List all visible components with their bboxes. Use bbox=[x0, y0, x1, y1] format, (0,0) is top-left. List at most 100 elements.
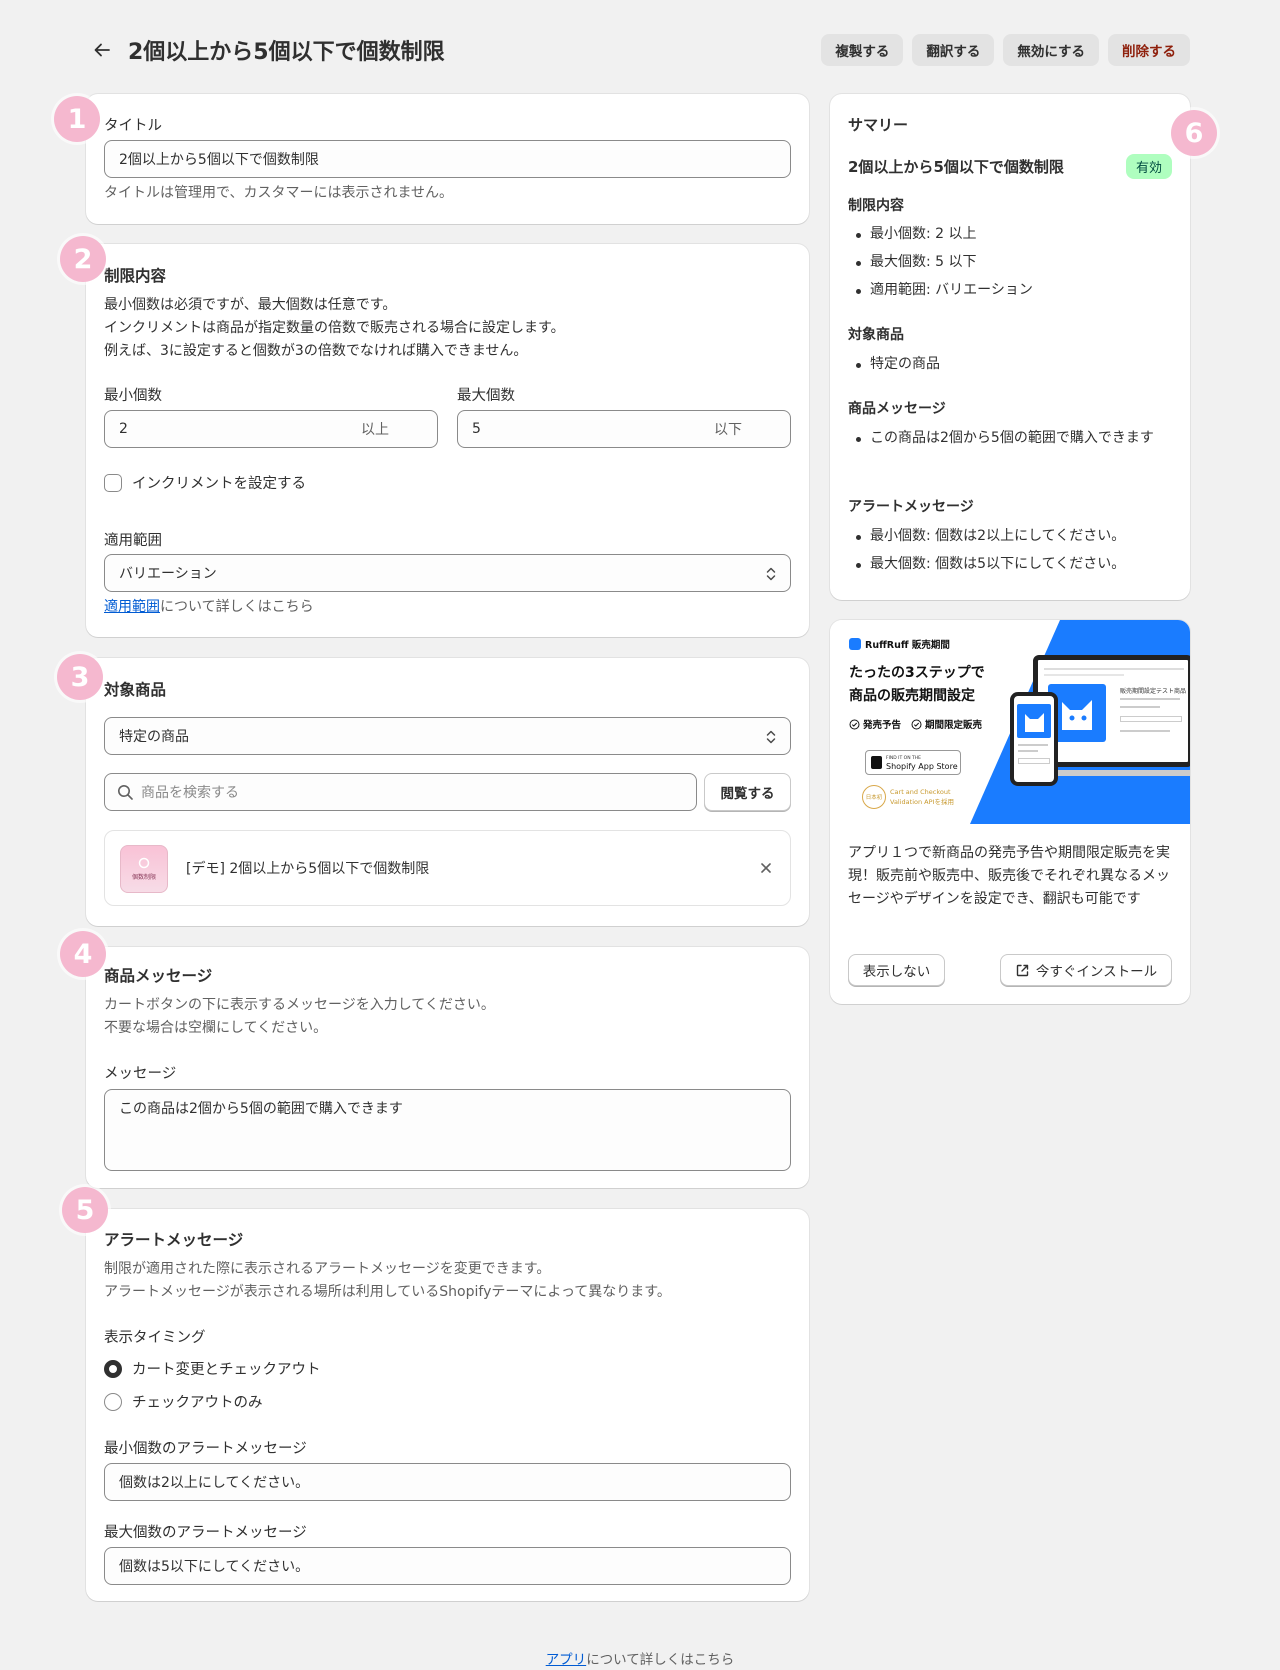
message-heading: 商品メッセージ bbox=[104, 967, 213, 985]
message-label: メッセージ bbox=[104, 1066, 177, 1082]
step-badge-5: 5 bbox=[62, 1187, 108, 1233]
scope-label: 適用範囲 bbox=[104, 533, 162, 549]
min-label: 最小個数 bbox=[104, 388, 162, 404]
laptop-screen-title: 販売期間設定テスト商品 bbox=[1120, 688, 1187, 695]
product-item-name: [デモ] 2個以上から5個以下で個数制限 bbox=[186, 861, 430, 877]
scope-learn-more: 適用範囲について詳しくはこちら bbox=[104, 596, 314, 619]
message-textarea[interactable]: この商品は2個から5個の範囲で購入できます bbox=[104, 1089, 791, 1171]
install-button[interactable]: 今すぐインストール bbox=[1000, 954, 1172, 986]
summary-limit-heading: 制限内容 bbox=[848, 198, 904, 214]
max-alert-input[interactable]: 個数は5以下にしてください。 bbox=[104, 1547, 791, 1585]
products-card: 対象商品 特定の商品 商品を検索する 閲覧する 個数制限 [デモ] 2個以上から… bbox=[86, 658, 809, 926]
promo-checks: 発売予告 期間限定販売 bbox=[849, 717, 982, 731]
radio-unselected[interactable] bbox=[104, 1392, 122, 1411]
max-quantity-input[interactable]: 5 以下 bbox=[457, 410, 791, 448]
product-logo-icon bbox=[138, 857, 150, 869]
products-heading: 対象商品 bbox=[104, 681, 167, 699]
scope-select[interactable]: バリエーション bbox=[104, 554, 791, 592]
alert-heading: アラートメッセージ bbox=[104, 1231, 244, 1249]
limit-desc-2: インクリメントは商品が指定数量の倍数で販売される場合に設定します。 bbox=[104, 320, 565, 336]
translate-button[interactable]: 翻訳する bbox=[912, 34, 995, 66]
page-title: 2個以上から5個以下で個数制限 bbox=[128, 40, 445, 65]
promo-card: 販売期間設定テスト商品 RuffRuff 販売期間 たったの3ステップで 商品の… bbox=[830, 620, 1190, 1004]
promo-description: アプリ１つで新商品の発売予告や期間限定販売を実現！販売前や販売中、販売後でそれぞ… bbox=[848, 845, 1170, 907]
increment-option[interactable]: インクリメントを設定する bbox=[104, 472, 306, 493]
product-search-placeholder: 商品を検索する bbox=[141, 785, 239, 801]
alert-desc-2: アラートメッセージが表示される場所は利用しているShopifyテーマによって異な… bbox=[104, 1284, 671, 1300]
timing-option-cart-checkout[interactable]: カート変更とチェックアウト bbox=[104, 1358, 321, 1379]
promo-headline-1: たったの3ステップで bbox=[849, 665, 985, 681]
list-item: 適用範囲: バリエーション bbox=[848, 279, 1168, 302]
alert-message-card: アラートメッセージ 制限が適用された際に表示されるアラートメッセージを変更できま… bbox=[86, 1209, 809, 1601]
promo-check-1: 発売予告 bbox=[863, 720, 902, 731]
min-quantity-input[interactable]: 2 以上 bbox=[104, 410, 438, 448]
promo-brand-text: RuffRuff 販売期間 bbox=[865, 640, 950, 651]
message-desc-1: カートボタンの下に表示するメッセージを入力してください。 bbox=[104, 997, 495, 1013]
max-quantity-value: 5 bbox=[472, 421, 481, 437]
promo-banner[interactable]: 販売期間設定テスト商品 RuffRuff 販売期間 たったの3ステップで 商品の… bbox=[830, 620, 1190, 824]
back-arrow-icon[interactable] bbox=[88, 36, 116, 64]
select-chevron-icon bbox=[766, 567, 776, 581]
summary-alert-heading: アラートメッセージ bbox=[848, 499, 974, 515]
max-label: 最大個数 bbox=[457, 388, 515, 404]
max-suffix: 以下 bbox=[714, 422, 742, 438]
timing-option-checkout-only[interactable]: チェックアウトのみ bbox=[104, 1391, 263, 1412]
summary-alert-list: 最小個数: 個数は2以上にしてください。 最大個数: 個数は5以下にしてください… bbox=[848, 525, 1168, 581]
summary-message-heading: 商品メッセージ bbox=[848, 401, 946, 417]
limit-desc-1: 最小個数は必須ですが、最大個数は任意です。 bbox=[104, 297, 397, 313]
timing-option-2-label: チェックアウトのみ bbox=[132, 1395, 263, 1411]
award-text-2: Validation APIを採用 bbox=[890, 798, 954, 806]
title-input-value: 2個以上から5個以下で個数制限 bbox=[119, 152, 319, 168]
summary-heading: サマリー bbox=[848, 116, 909, 134]
dismiss-button[interactable]: 表示しない bbox=[848, 954, 945, 986]
title-input[interactable]: 2個以上から5個以下で個数制限 bbox=[104, 140, 791, 178]
scope-link[interactable]: 適用範囲 bbox=[104, 599, 160, 615]
award-text-1: Cart and Checkout bbox=[890, 788, 951, 796]
limit-card: 制限内容 最小個数は必須ですが、最大個数は任意です。 インクリメントは商品が指定… bbox=[86, 244, 809, 637]
step-badge-6: 6 bbox=[1171, 110, 1217, 156]
promo-award: 日本初 Cart and Checkout Validation APIを採用 bbox=[862, 785, 954, 809]
delete-button[interactable]: 削除する bbox=[1108, 34, 1190, 66]
step-badge-1: 1 bbox=[54, 96, 100, 142]
list-item: 最小個数: 2 以上 bbox=[848, 223, 1168, 246]
store-text: Shopify App Store bbox=[886, 761, 958, 771]
min-alert-input[interactable]: 個数は2以上にしてください。 bbox=[104, 1463, 791, 1501]
list-item: 最大個数: 個数は5以下にしてください。 bbox=[848, 553, 1168, 576]
select-chevron-icon bbox=[766, 730, 776, 744]
increment-checkbox[interactable] bbox=[104, 473, 122, 492]
phone-mockup bbox=[1010, 692, 1058, 786]
footer-app-link[interactable]: アプリ bbox=[546, 1652, 587, 1668]
promo-headline-2: 商品の販売期間設定 bbox=[849, 688, 975, 704]
min-quantity-value: 2 bbox=[119, 421, 128, 437]
install-button-label: 今すぐインストール bbox=[1035, 964, 1158, 980]
max-alert-value: 個数は5以下にしてください。 bbox=[119, 1559, 310, 1575]
duplicate-button[interactable]: 複製する bbox=[821, 34, 904, 66]
step-badge-2: 2 bbox=[60, 236, 106, 282]
summary-products-heading: 対象商品 bbox=[848, 327, 904, 343]
product-search-input[interactable]: 商品を検索する bbox=[104, 773, 697, 811]
browse-button[interactable]: 閲覧する bbox=[704, 773, 791, 811]
title-label: タイトル bbox=[104, 118, 162, 134]
remove-x-icon[interactable] bbox=[760, 862, 772, 874]
radio-selected[interactable] bbox=[104, 1359, 122, 1378]
search-icon bbox=[118, 785, 133, 800]
product-thumbnail-text: 個数制限 bbox=[131, 874, 156, 881]
title-help: タイトルは管理用で、カスタマーには表示されません。 bbox=[104, 185, 454, 201]
timing-option-1-label: カート変更とチェックアウト bbox=[132, 1362, 321, 1378]
award-laurel-icon: 日本初 bbox=[862, 785, 886, 809]
product-thumbnail: 個数制限 bbox=[120, 845, 168, 893]
list-item: 特定の商品 bbox=[848, 353, 1168, 376]
summary-name: 2個以上から5個以下で個数制限 bbox=[848, 158, 1064, 176]
list-item: この商品は2個から5個の範囲で購入できます bbox=[848, 427, 1168, 450]
increment-label: インクリメントを設定する bbox=[132, 476, 306, 492]
disable-button[interactable]: 無効にする bbox=[1003, 34, 1099, 66]
limit-desc-3: 例えば、3に設定すると個数が3の倍数でなければ購入できません。 bbox=[104, 343, 528, 359]
products-type-select[interactable]: 特定の商品 bbox=[104, 717, 791, 755]
footer-link-rest: について詳しくはこちら bbox=[586, 1652, 735, 1668]
products-type-value: 特定の商品 bbox=[119, 729, 189, 745]
external-link-icon bbox=[1016, 964, 1029, 976]
alert-desc-1: 制限が適用された際に表示されるアラートメッセージを変更できます。 bbox=[104, 1261, 551, 1277]
promo-check-2: 期間限定販売 bbox=[925, 720, 983, 731]
check-circle-icon bbox=[849, 719, 860, 729]
footer-learn-more: アプリについて詳しくはこちら bbox=[0, 1648, 1280, 1668]
